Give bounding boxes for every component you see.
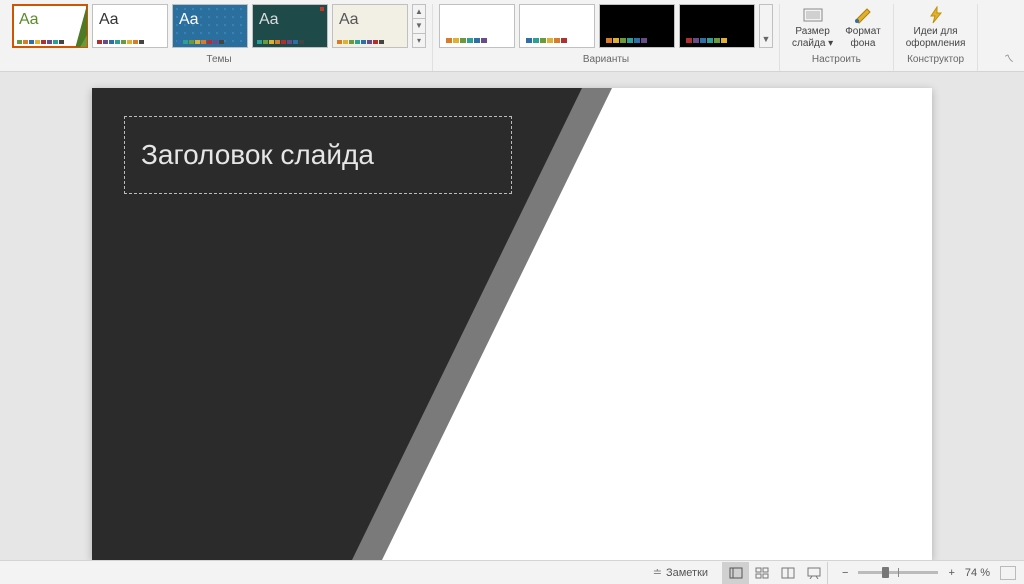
fit-to-window-button[interactable]	[1000, 566, 1016, 580]
designer-group: Идеи для оформления Конструктор	[894, 4, 979, 71]
view-buttons	[722, 562, 828, 584]
design-ideas-button[interactable]: Идеи для оформления	[900, 4, 972, 52]
sorter-view-button[interactable]	[749, 562, 775, 584]
format-bg-icon	[853, 6, 873, 24]
theme-aa: Aa	[19, 11, 39, 29]
slide-title-text: Заголовок слайда	[141, 139, 374, 171]
theme-aa: Aa	[259, 11, 279, 29]
ribbon: Aa Aa Aa Aa Aa ▲ ▼	[0, 0, 1024, 72]
theme-thumb-5[interactable]: Aa	[332, 4, 408, 48]
theme-swatches	[97, 40, 144, 44]
theme-aa: Aa	[179, 11, 199, 29]
customize-group-label: Настроить	[812, 54, 861, 65]
theme-swatches	[257, 40, 304, 44]
slideshow-view-button[interactable]	[801, 562, 827, 584]
themes-more-button[interactable]: ▲ ▼ ▾	[412, 4, 426, 48]
zoom-percent: 74 %	[965, 567, 990, 579]
themes-group: Aa Aa Aa Aa Aa ▲ ▼	[6, 4, 433, 71]
variant-thumb-3[interactable]	[599, 4, 675, 48]
slide-size-button[interactable]: Размер слайда ▾	[786, 4, 839, 52]
slide-size-icon	[803, 6, 823, 24]
reading-view-button[interactable]	[775, 562, 801, 584]
themes-gallery: Aa Aa Aa Aa Aa ▲ ▼	[12, 4, 426, 52]
status-bar: ≐ Заметки − + 74 %	[0, 560, 1024, 584]
customize-group: Размер слайда ▾ Формат фона Настроить	[780, 4, 894, 71]
zoom-slider[interactable]	[858, 571, 938, 574]
variant-thumb-1[interactable]	[439, 4, 515, 48]
notes-button[interactable]: ≐ Заметки	[649, 566, 712, 579]
design-ideas-label: Идеи для оформления	[906, 26, 966, 50]
variants-group-label: Варианты	[583, 54, 629, 65]
theme-badge	[320, 7, 324, 11]
variant-thumb-4[interactable]	[679, 4, 755, 48]
lightning-icon	[926, 6, 946, 24]
designer-group-label: Конструктор	[907, 54, 964, 65]
collapse-ribbon-button[interactable]: ㄟ	[1000, 48, 1018, 67]
theme-aa: Aa	[339, 11, 359, 29]
theme-thumb-2[interactable]: Aa	[92, 4, 168, 48]
normal-view-button[interactable]	[723, 562, 749, 584]
format-background-button[interactable]: Формат фона	[839, 4, 887, 52]
theme-swatches	[177, 40, 224, 44]
slide-editor: Заголовок слайда	[0, 72, 1024, 560]
notes-label: Заметки	[666, 567, 708, 579]
zoom-control: − + 74 %	[838, 566, 1016, 580]
slide-title-placeholder[interactable]: Заголовок слайда	[124, 116, 512, 194]
format-bg-label: Формат фона	[845, 26, 881, 50]
theme-thumb-1[interactable]: Aa	[12, 4, 88, 48]
zoom-out-button[interactable]: −	[838, 567, 852, 579]
theme-thumb-4[interactable]: Aa	[252, 4, 328, 48]
theme-swatches	[17, 40, 64, 44]
slide-size-label: Размер слайда ▾	[792, 26, 833, 50]
theme-aa: Aa	[99, 11, 119, 29]
variants-more-button[interactable]: ▼	[759, 4, 773, 48]
variants-gallery: ▼	[439, 4, 773, 52]
slide-canvas[interactable]: Заголовок слайда	[92, 88, 932, 560]
themes-group-label: Темы	[206, 54, 231, 65]
theme-swatches	[337, 40, 384, 44]
theme-accent-shape	[67, 5, 87, 48]
variants-group: ▼ Варианты	[433, 4, 780, 71]
theme-thumb-3[interactable]: Aa	[172, 4, 248, 48]
zoom-in-button[interactable]: +	[944, 567, 958, 579]
variant-thumb-2[interactable]	[519, 4, 595, 48]
notes-icon: ≐	[653, 566, 662, 579]
